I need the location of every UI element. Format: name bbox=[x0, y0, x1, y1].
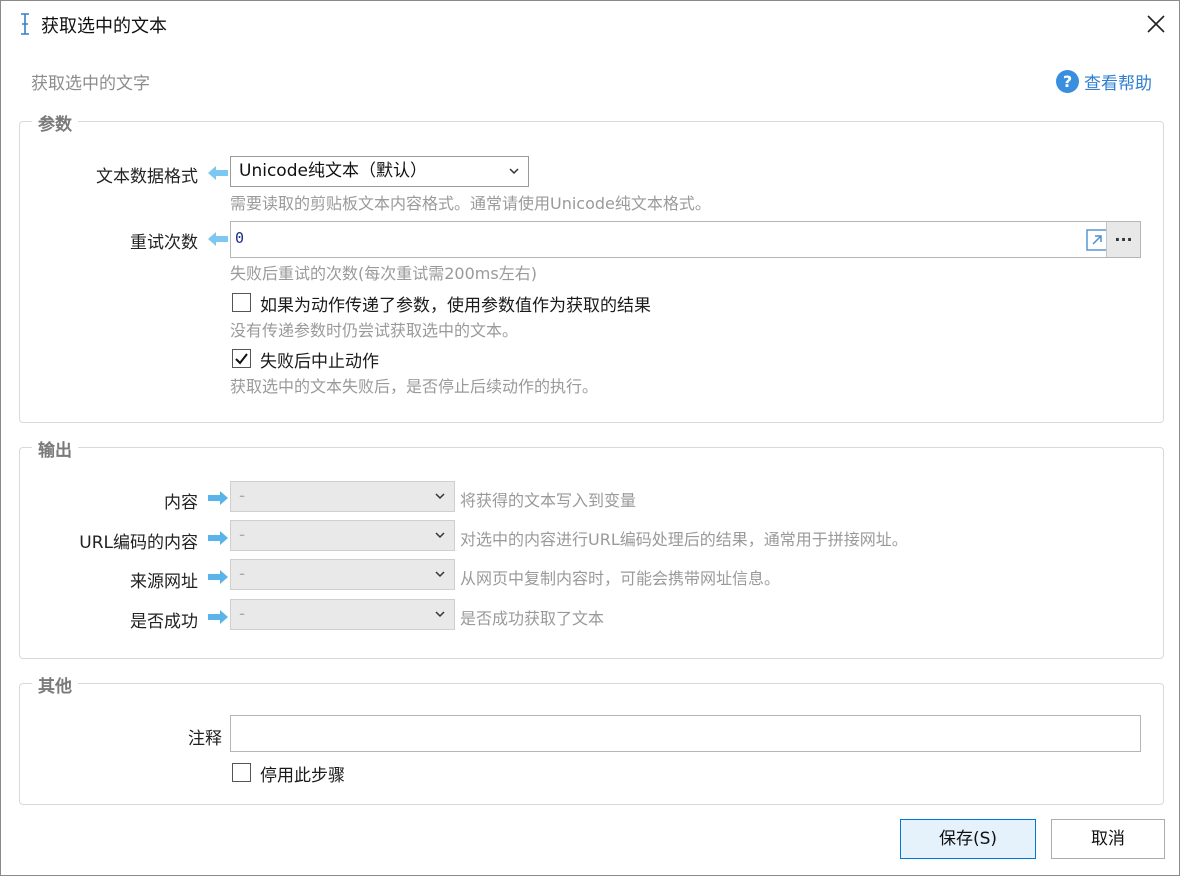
help-link[interactable]: ? 查看帮助 bbox=[1056, 68, 1152, 94]
chevron-down-icon bbox=[435, 532, 445, 539]
comment-input[interactable] bbox=[230, 715, 1141, 752]
abort-on-fail-hint: 获取选中的文本失败后，是否停止后续动作的执行。 bbox=[230, 377, 599, 396]
checkmark-icon bbox=[235, 353, 248, 365]
retry-label: 重试次数 bbox=[130, 233, 198, 253]
use-param-label: 如果为动作传递了参数，使用参数值作为获取的结果 bbox=[260, 296, 651, 316]
save-button[interactable]: 保存(S) bbox=[900, 819, 1036, 859]
output-select-source-url[interactable]: - bbox=[230, 559, 455, 590]
text-cursor-icon bbox=[21, 13, 29, 35]
output-hint-success: 是否成功获取了文本 bbox=[460, 609, 605, 628]
output-label-source-url: 来源网址 bbox=[130, 572, 198, 592]
chevron-down-icon bbox=[509, 168, 519, 175]
output-hint-source-url: 从网页中复制内容时，可能会携带网址信息。 bbox=[460, 569, 781, 588]
other-group-title: 其他 bbox=[32, 672, 78, 697]
output-select-success-value: - bbox=[239, 604, 246, 624]
output-select-content-value: - bbox=[239, 486, 246, 506]
arrow-right-icon bbox=[208, 610, 228, 624]
format-select-value: Unicode纯文本（默认） bbox=[239, 161, 427, 181]
format-label: 文本数据格式 bbox=[96, 167, 198, 187]
output-select-content[interactable]: - bbox=[230, 481, 455, 512]
comment-label: 注释 bbox=[188, 729, 222, 749]
cancel-button[interactable]: 取消 bbox=[1051, 819, 1165, 859]
output-hint-url-encoded: 对选中的内容进行URL编码处理后的结果，通常用于拼接网址。 bbox=[460, 530, 908, 549]
output-select-success[interactable]: - bbox=[230, 599, 455, 630]
arrow-left-icon bbox=[208, 166, 228, 180]
output-select-source-url-value: - bbox=[239, 564, 246, 584]
output-label-url-encoded: URL编码的内容 bbox=[79, 533, 198, 553]
title-bar: 获取选中的文本 bbox=[1, 1, 1179, 45]
open-external-icon[interactable] bbox=[1086, 229, 1108, 251]
dialog-window: 获取选中的文本 获取选中的文字 ? 查看帮助 参数 文本数据格式 Unicode… bbox=[0, 0, 1180, 876]
window-title: 获取选中的文本 bbox=[41, 16, 167, 37]
arrow-right-icon bbox=[208, 531, 228, 545]
help-label: 查看帮助 bbox=[1084, 73, 1152, 94]
chevron-down-icon bbox=[435, 611, 445, 618]
format-select[interactable]: Unicode纯文本（默认） bbox=[230, 156, 529, 187]
arrow-right-icon bbox=[208, 570, 228, 584]
chevron-down-icon bbox=[435, 493, 445, 500]
more-button[interactable]: ... bbox=[1106, 222, 1140, 257]
use-param-checkbox[interactable] bbox=[232, 293, 251, 312]
close-icon[interactable] bbox=[1141, 9, 1171, 39]
output-label-success: 是否成功 bbox=[130, 612, 198, 632]
abort-on-fail-label: 失败后中止动作 bbox=[260, 352, 379, 372]
retry-input[interactable]: 0 ... bbox=[230, 221, 1141, 258]
arrow-right-icon bbox=[208, 491, 228, 505]
output-hint-content: 将获得的文本写入到变量 bbox=[460, 491, 637, 510]
disable-step-label: 停用此步骤 bbox=[260, 766, 345, 786]
retry-value: 0 bbox=[235, 229, 245, 247]
output-select-url-encoded[interactable]: - bbox=[230, 520, 455, 551]
format-hint: 需要读取的剪贴板文本内容格式。通常请使用Unicode纯文本格式。 bbox=[230, 194, 711, 213]
use-param-hint: 没有传递参数时仍尝试获取选中的文本。 bbox=[230, 321, 519, 340]
retry-hint: 失败后重试的次数(每次重试需200ms左右) bbox=[230, 264, 537, 283]
disable-step-checkbox[interactable] bbox=[232, 763, 251, 782]
chevron-down-icon bbox=[435, 571, 445, 578]
params-group-title: 参数 bbox=[32, 110, 78, 135]
output-group-title: 输出 bbox=[32, 436, 78, 461]
dialog-subtitle: 获取选中的文字 bbox=[31, 74, 150, 94]
question-circle-icon: ? bbox=[1056, 69, 1079, 93]
abort-on-fail-checkbox[interactable] bbox=[232, 349, 251, 368]
output-label-content: 内容 bbox=[164, 493, 198, 513]
output-select-url-encoded-value: - bbox=[239, 525, 246, 545]
arrow-left-icon bbox=[208, 232, 228, 246]
